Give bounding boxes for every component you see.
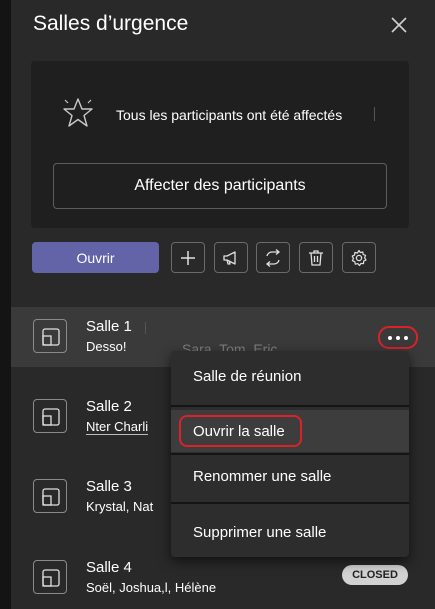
add-room-button[interactable] — [171, 242, 205, 273]
room-participants: Nter Charli — [86, 419, 149, 435]
breakout-rooms-panel: Salles d’urgence Tous les participants o… — [11, 0, 435, 609]
menu-item-label: Supprimer une salle — [193, 523, 327, 541]
room-name: Salle 2 — [86, 398, 132, 415]
room-icon — [33, 399, 67, 433]
reassign-button[interactable] — [256, 242, 290, 273]
plus-icon — [181, 250, 195, 265]
dot — [404, 335, 408, 340]
menu-item-label: Ouvrir la salle — [193, 422, 285, 440]
menu-item-delete-room[interactable]: Supprimer une salle — [171, 511, 409, 553]
text-caret — [374, 107, 375, 121]
text-caret — [145, 322, 146, 334]
room-participants: Soël, Joshua,l, Hélène — [86, 580, 217, 595]
dot — [388, 335, 392, 340]
room-icon — [33, 319, 67, 353]
dot — [396, 335, 400, 340]
room-context-menu: Salle de réunion Ouvrir la salle Renomme… — [171, 351, 409, 557]
star-icon — [63, 98, 93, 127]
room-participants: Desso! — [86, 339, 127, 354]
menu-divider — [171, 502, 409, 504]
close-button[interactable] — [389, 15, 409, 35]
room-status-badge: CLOSED — [342, 565, 408, 585]
announce-button[interactable] — [214, 242, 248, 273]
room-participants: Krystal, Nat — [86, 499, 154, 514]
close-icon — [391, 17, 407, 33]
menu-item-meeting-room[interactable]: Salle de réunion — [171, 355, 409, 397]
menu-item-rename-room[interactable]: Renommer une salle — [171, 455, 409, 497]
megaphone-icon — [223, 250, 236, 265]
open-rooms-button[interactable]: Ouvrir — [32, 242, 159, 273]
more-options-button[interactable] — [378, 326, 418, 349]
menu-item-open-room[interactable]: Ouvrir la salle — [171, 410, 409, 452]
room-icon — [33, 560, 67, 594]
menu-item-label: Renommer une salle — [193, 467, 332, 485]
menu-item-label: Salle de réunion — [193, 367, 302, 385]
gear-icon — [351, 249, 367, 266]
menu-divider — [171, 405, 409, 407]
room-name: Salle 4 — [86, 559, 132, 576]
delete-button[interactable] — [299, 242, 333, 273]
swap-arrows-icon — [265, 248, 281, 267]
settings-button[interactable] — [342, 242, 376, 273]
room-name: Salle 3 — [86, 478, 132, 495]
assign-participants-button[interactable]: Affecter des participants — [53, 163, 387, 209]
assignment-status-text: Tous les participants ont été affectés — [116, 107, 343, 123]
panel-title: Salles d’urgence — [33, 12, 189, 35]
room-icon — [33, 479, 67, 513]
room-name: Salle 1 — [86, 318, 132, 335]
trash-icon — [309, 249, 323, 266]
assignment-status-card: Tous les participants ont été affectés A… — [31, 61, 409, 228]
